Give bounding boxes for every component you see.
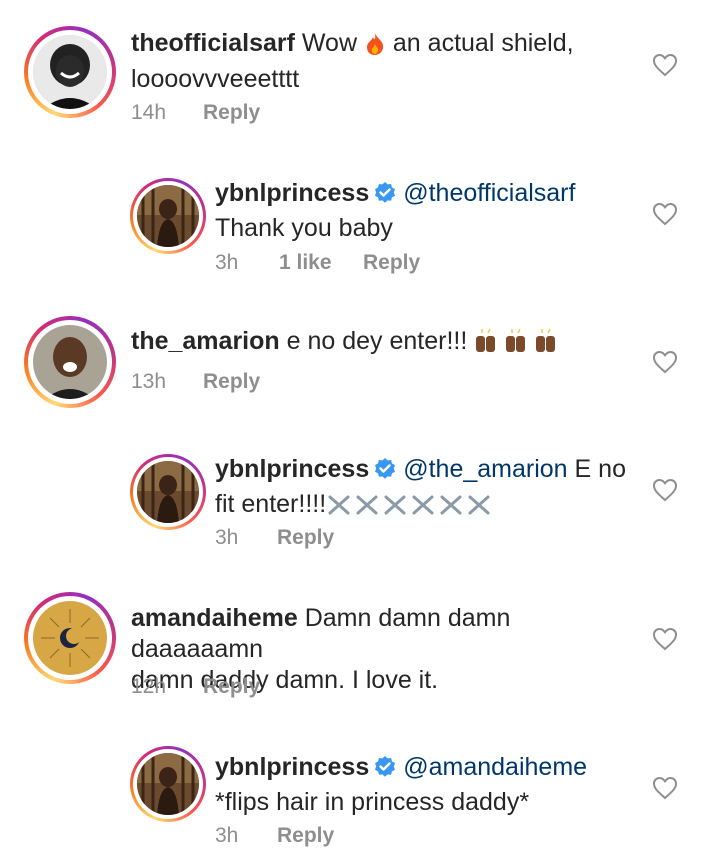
avatar[interactable] [33,325,107,399]
comment-meta: 3h Reply [215,526,334,550]
avatar[interactable] [33,35,107,109]
reply-button[interactable]: Reply [277,824,334,848]
avatar[interactable] [137,753,199,815]
comment-meta: 3h Reply [215,824,334,848]
comment-item: theofficialsarf Wow an actual shield, lo… [0,0,720,150]
comment-meta: 13h Reply [131,370,260,394]
avatar[interactable] [137,461,199,523]
reply-button[interactable]: Reply [203,675,260,699]
comment-text: theofficialsarf Wow an actual shield, lo… [131,29,574,93]
reply-item: ybnlprincess @amandaiheme *flips hair in … [0,742,720,858]
comment-username[interactable]: the_amarion [131,327,280,355]
comment-meta: 14h Reply [131,101,260,125]
comment-username[interactable]: ybnlprincess [215,753,369,781]
avatar-image [137,753,199,815]
comment-timestamp: 3h [215,251,239,274]
reply-item: ybnlprincess @the_amarion E no fit enter!… [0,446,720,596]
heart-icon[interactable] [652,776,678,805]
comment-timestamp: 12h [131,675,167,698]
avatar-image [33,35,107,109]
avatar-image [137,185,199,247]
reply-button[interactable]: Reply [203,101,260,125]
heart-icon[interactable] [652,53,678,82]
comment-item: the_amarion e no dey enter!!! 13h Reply [0,300,720,446]
avatar-image [33,601,107,675]
comment-item: amandaiheme Damn damn damn daaaaaamn dam… [0,592,720,742]
comment-username[interactable]: ybnlprincess [215,455,369,483]
verified-badge-icon [373,181,397,213]
reply-button[interactable]: Reply [277,526,334,550]
avatar[interactable] [137,185,199,247]
mention-link[interactable]: @theofficialsarf [403,179,575,207]
crossed-swords-icon [326,493,494,525]
comment-meta: 3h 1 like Reply [215,251,420,275]
comment-timestamp: 13h [131,370,167,393]
comment-timestamp: 3h [215,526,239,549]
comment-text: ybnlprincess @theofficialsarf Thank you b… [215,179,576,242]
verified-badge-icon [373,755,397,787]
comment-text: ybnlprincess @the_amarion E no fit enter!… [215,454,645,525]
likes-count[interactable]: 1 like [279,251,363,275]
comment-text: ybnlprincess @amandaiheme *flips hair in … [215,753,588,816]
mention-link[interactable]: @amandaiheme [403,753,587,781]
comment-timestamp: 3h [215,824,239,847]
mention-link[interactable]: @the_amarion [403,455,567,483]
heart-icon[interactable] [652,478,678,507]
raising-hands-icon [474,328,562,362]
heart-icon[interactable] [652,350,678,379]
comment-username[interactable]: theofficialsarf [131,29,295,57]
comment-timestamp: 14h [131,101,167,124]
comment-username[interactable]: amandaiheme [131,604,298,632]
reply-button[interactable]: Reply [363,251,420,275]
avatar[interactable] [33,601,107,675]
avatar-image [33,325,107,399]
verified-badge-icon [373,457,397,489]
comment-text: the_amarion e no dey enter!!! [131,326,641,362]
heart-icon[interactable] [652,627,678,656]
comment-meta: 12h Reply [131,675,260,699]
fire-icon [364,32,386,64]
comment-username[interactable]: ybnlprincess [215,179,369,207]
avatar-image [137,461,199,523]
reply-button[interactable]: Reply [203,370,260,394]
heart-icon[interactable] [652,202,678,231]
reply-item: ybnlprincess @theofficialsarf Thank you b… [0,150,720,300]
